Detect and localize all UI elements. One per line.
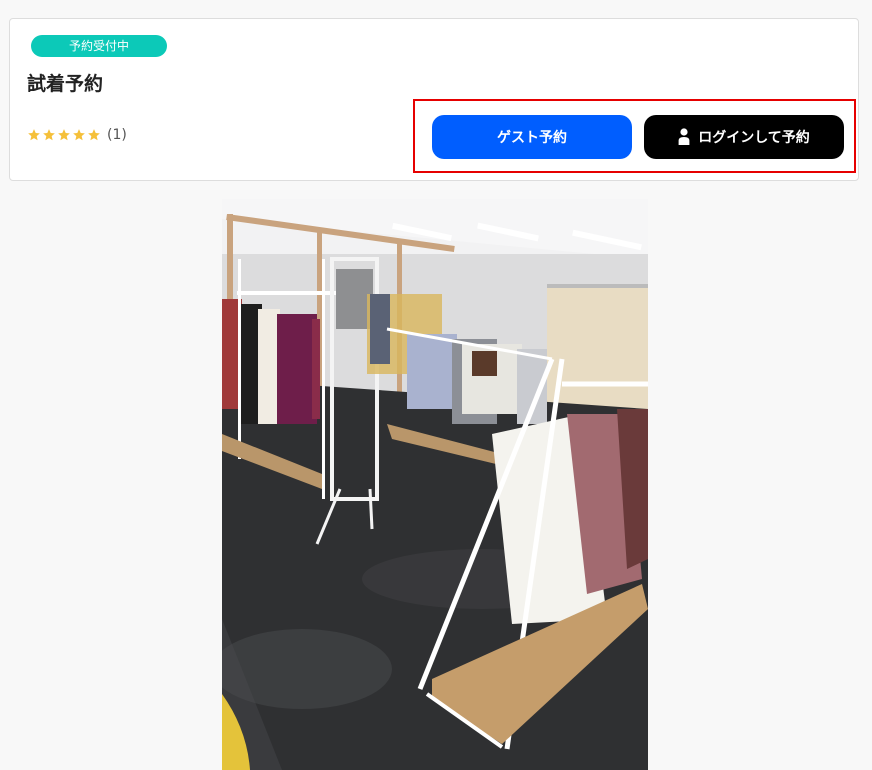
status-badge: 予約受付中 <box>31 35 167 57</box>
reservation-buttons-highlight: ゲスト予約 ログインして予約 <box>413 99 856 173</box>
guest-reserve-label: ゲスト予約 <box>497 130 567 146</box>
login-reserve-label: ログインして予約 <box>698 130 810 146</box>
guest-reserve-button[interactable]: ゲスト予約 <box>432 115 632 159</box>
person-icon <box>678 128 690 145</box>
page: 予約受付中 試着予約 (1) ゲスト予約 ログインして予約 <box>0 0 872 770</box>
star-icon <box>43 129 55 141</box>
page-title: 試着予約 <box>27 73 104 95</box>
showroom-photo <box>222 199 648 770</box>
star-icon <box>28 129 40 141</box>
rating-stars <box>27 128 101 142</box>
star-icon <box>73 129 85 141</box>
showroom-photo-image <box>222 199 648 770</box>
star-icon <box>88 129 100 141</box>
rating-count: (1) <box>107 127 127 143</box>
login-reserve-button[interactable]: ログインして予約 <box>644 115 844 159</box>
star-icon <box>58 129 70 141</box>
reservation-card: 予約受付中 試着予約 (1) ゲスト予約 ログインして予約 <box>9 18 859 181</box>
rating: (1) <box>27 127 127 143</box>
